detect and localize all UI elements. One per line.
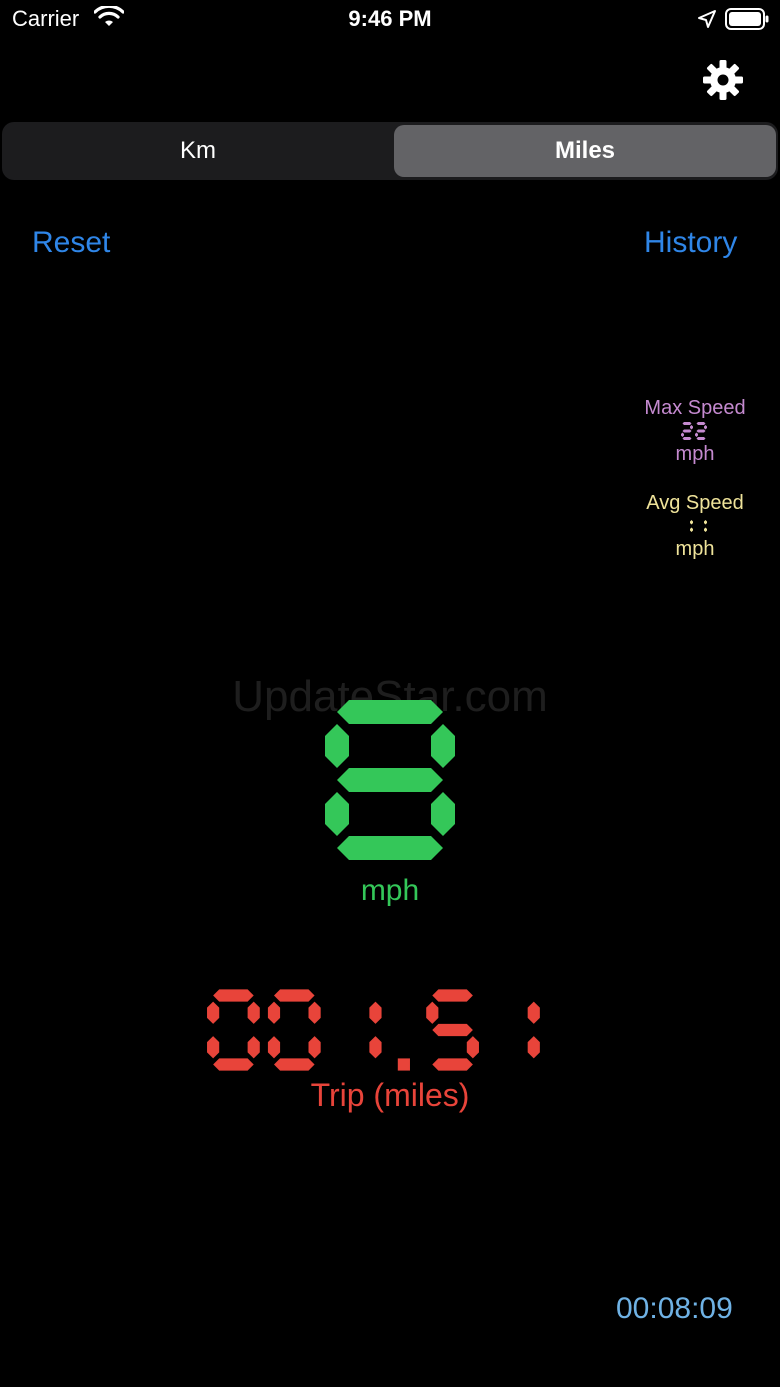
reset-button[interactable]: Reset: [32, 226, 110, 260]
digit-0: [681, 422, 693, 440]
segment-f: [207, 1001, 220, 1024]
segment-c: [704, 527, 707, 532]
segment-d: [696, 437, 706, 440]
decimal-point: [397, 1058, 410, 1071]
avg-speed-value: [690, 520, 707, 532]
segment-b: [704, 520, 707, 525]
segment-c: [247, 1036, 260, 1059]
segment-d: [213, 1058, 254, 1071]
segment-c: [466, 1036, 479, 1059]
elapsed-timer: 00:08:09: [616, 1292, 733, 1325]
digit-1: [704, 520, 707, 532]
segment-b: [690, 425, 693, 430]
battery-icon: [725, 8, 769, 30]
segment-b: [527, 1001, 540, 1024]
segment-b: [690, 520, 693, 525]
segment-c: [308, 1036, 321, 1059]
unit-option-miles[interactable]: Miles: [394, 125, 776, 177]
segment-a: [274, 989, 315, 1002]
segment-c: [431, 792, 455, 836]
max-speed-unit: mph: [675, 443, 715, 465]
segment-g: [682, 429, 692, 433]
avg-speed-unit: mph: [675, 538, 715, 560]
segment-c: [527, 1036, 540, 1059]
history-button[interactable]: History: [644, 226, 737, 260]
segment-b: [431, 724, 455, 768]
segment-g: [696, 429, 706, 433]
segment-a: [682, 422, 692, 425]
segment-b: [704, 425, 707, 430]
digit-0: [325, 700, 455, 860]
location-arrow-icon: [698, 10, 716, 28]
segment-b: [247, 1001, 260, 1024]
segment-g: [432, 1023, 473, 1037]
digit-1: [695, 422, 707, 440]
segment-c: [690, 527, 693, 532]
avg-speed-label: Avg Speed: [646, 492, 744, 514]
segment-d: [682, 437, 692, 440]
segment-f: [325, 724, 349, 768]
segment-d: [274, 1058, 315, 1071]
digit-3: [426, 989, 479, 1071]
segment-f: [267, 1001, 281, 1024]
segment-f: [426, 1001, 439, 1024]
segment-d: [432, 1058, 473, 1071]
segment-a: [337, 700, 443, 724]
status-time: 9:46 PM: [348, 6, 432, 31]
digit-0: [690, 520, 693, 532]
status-bar: Carrier 9:46 PM: [0, 0, 780, 40]
segment-e: [207, 1036, 220, 1059]
avg-speed-panel: Avg Speed mph: [630, 491, 760, 561]
segment-a: [213, 989, 254, 1002]
segment-e: [681, 432, 684, 437]
segment-a: [696, 422, 706, 425]
digit-0: [207, 989, 260, 1071]
segment-c: [369, 1036, 382, 1059]
max-speed-label: Max Speed: [644, 397, 746, 419]
max-speed-value: [681, 422, 707, 440]
digit-2: [369, 1001, 382, 1059]
segment-a: [432, 989, 473, 1002]
trip-distance-value: [207, 989, 540, 1071]
digit-1: [267, 989, 321, 1071]
segment-b: [308, 1001, 321, 1024]
trip-label: Trip (miles): [310, 1077, 470, 1113]
segment-d: [337, 836, 443, 860]
segment-b: [369, 1001, 382, 1024]
segment-e: [267, 1036, 281, 1059]
digit-4: [527, 1001, 540, 1059]
current-speed-unit: mph: [360, 874, 420, 907]
current-speed-value: [325, 700, 455, 860]
max-speed-panel: Max Speed mph: [630, 396, 760, 466]
unit-toggle: Km Miles: [2, 122, 778, 180]
segment-g: [337, 768, 443, 792]
unit-option-km[interactable]: Km: [6, 125, 390, 177]
gear-icon[interactable]: [702, 59, 744, 101]
segment-e: [325, 792, 349, 836]
segment-e: [695, 432, 698, 437]
